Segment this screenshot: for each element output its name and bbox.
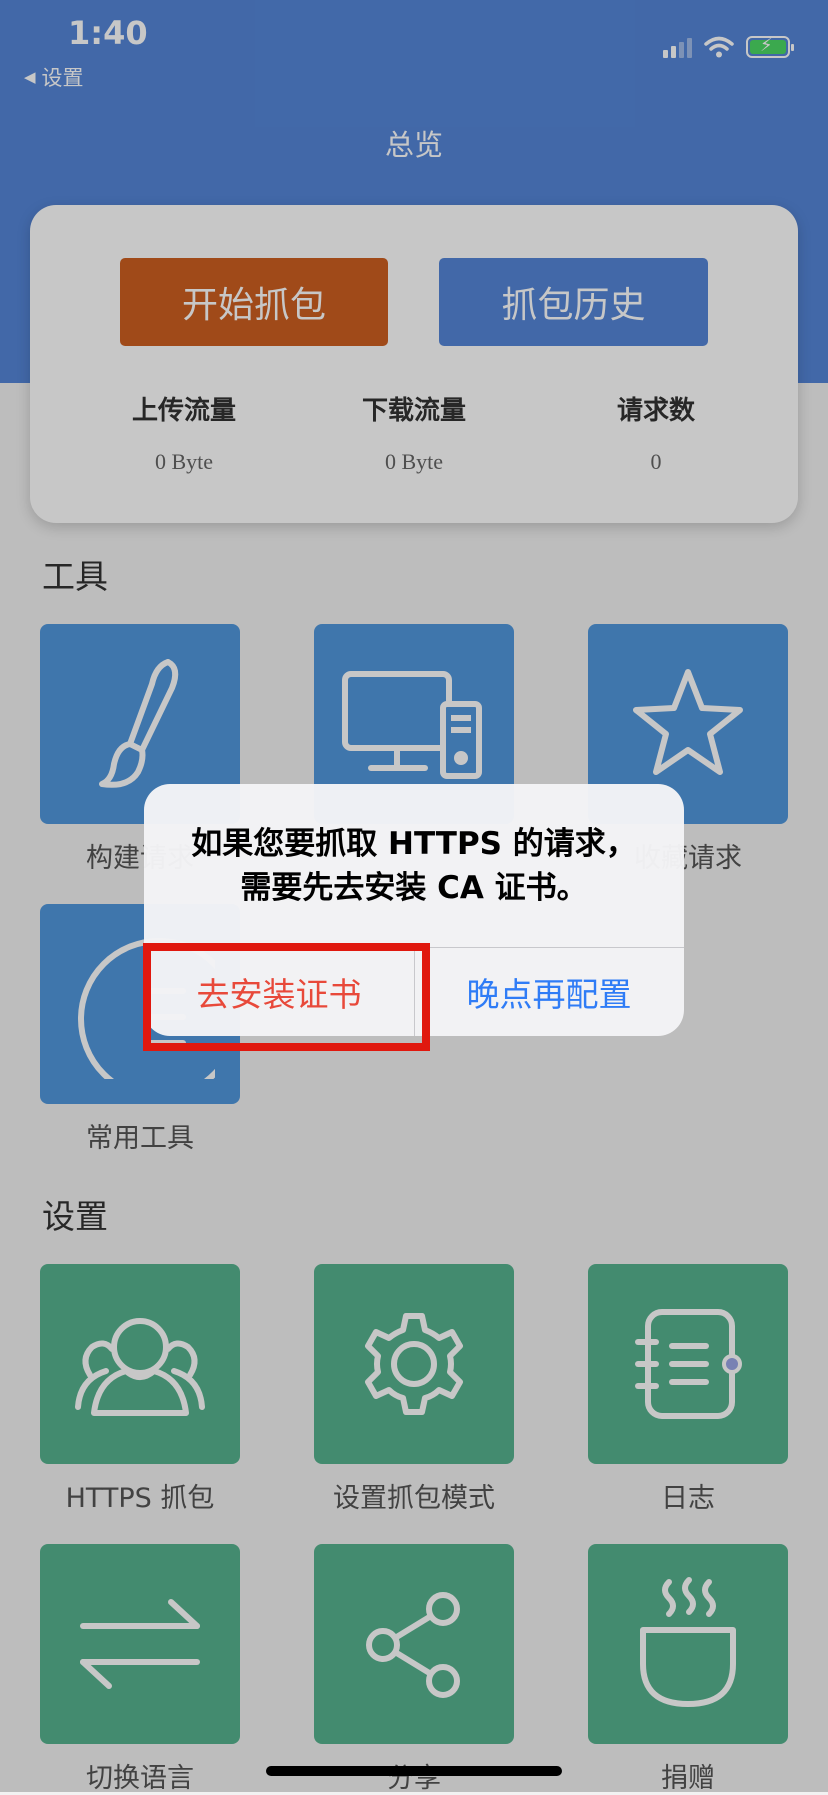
install-certificate-button[interactable]: 去安装证书 — [144, 948, 414, 1036]
alert-message-line-1: 如果您要抓取 HTTPS 的请求， — [191, 826, 637, 862]
configure-later-button[interactable]: 晚点再配置 — [414, 948, 684, 1036]
alert-message-line-2: 需要先去安装 CA 证书。 — [240, 870, 588, 906]
home-indicator[interactable] — [266, 1766, 562, 1776]
alert-message: 如果您要抓取 HTTPS 的请求， 需要先去安装 CA 证书。 — [144, 822, 684, 910]
install-ca-alert: 如果您要抓取 HTTPS 的请求， 需要先去安装 CA 证书。 去安装证书 晚点… — [144, 784, 684, 1036]
